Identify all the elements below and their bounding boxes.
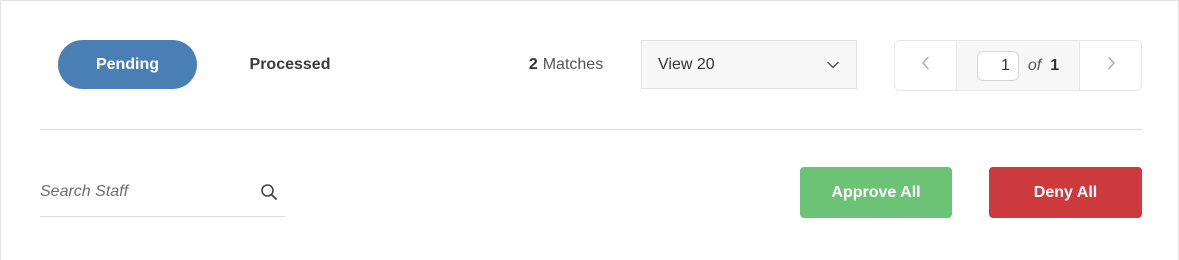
approve-all-button[interactable]: Approve All [800,167,952,218]
page-of-label: of [1027,56,1042,74]
staff-requests-panel: Pending Processed 2 Matches View 20 of 1 [0,0,1179,260]
page-number-input[interactable] [976,50,1019,81]
match-count-number: 2 [528,56,538,73]
tab-pending-label: Pending [95,55,160,73]
chevron-left-icon [920,55,932,76]
next-page-button[interactable] [1080,41,1141,90]
chevron-right-icon [1105,55,1117,76]
match-count-label: Matches [542,56,604,73]
approve-all-label: Approve All [831,183,921,201]
tab-processed-label: Processed [249,55,331,73]
search-icon[interactable] [260,183,278,201]
chevron-down-icon [826,58,840,72]
tab-processed[interactable]: Processed [228,40,352,89]
deny-all-label: Deny All [1033,183,1098,201]
match-count: 2 Matches [506,53,626,77]
tab-pending[interactable]: Pending [58,40,197,89]
page-size-value: View 20 [658,55,715,73]
search-input[interactable] [40,179,260,204]
prev-page-button[interactable] [895,41,956,90]
total-pages: 1 [1050,56,1060,74]
page-indicator: of 1 [956,41,1080,90]
section-divider [40,129,1142,130]
pagination: of 1 [894,40,1142,91]
search-staff-field [40,167,286,217]
deny-all-button[interactable]: Deny All [989,167,1142,218]
page-size-select[interactable]: View 20 [641,40,857,89]
